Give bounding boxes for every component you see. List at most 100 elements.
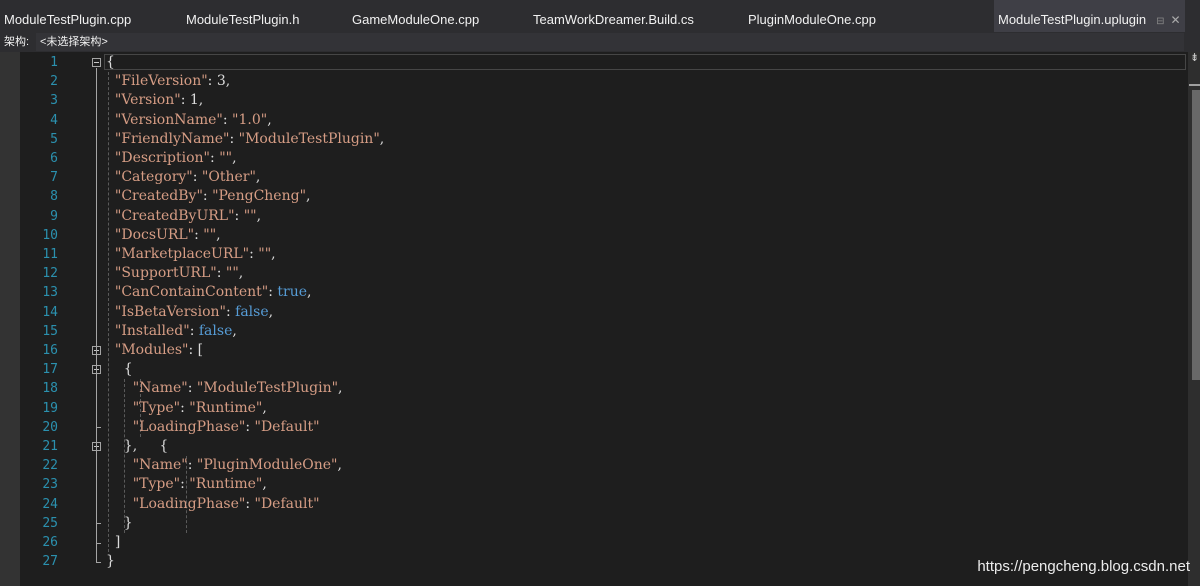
- code-token: "": [225, 265, 239, 282]
- architecture-dropdown[interactable]: <未选择架构>: [36, 33, 1184, 51]
- tab-gamemoduleone-cpp[interactable]: GameModuleOne.cpp: [352, 0, 479, 32]
- code-line: "LoadingPhase": "Default": [106, 495, 320, 514]
- code-token: }: [106, 514, 133, 531]
- code-token: :: [216, 265, 226, 282]
- code-line: }: [106, 514, 133, 533]
- code-token: :: [229, 130, 239, 147]
- code-token: "Name": [132, 380, 188, 397]
- split-handle-icon[interactable]: ⇟: [1190, 52, 1199, 63]
- code-token: :: [268, 284, 278, 301]
- code-token: "IsBetaVersion": [114, 303, 226, 320]
- code-token: true: [277, 284, 307, 301]
- tab-label: ModuleTestPlugin.cpp: [4, 12, 132, 27]
- code-line: }, {: [106, 437, 169, 456]
- fold-range-line: [96, 451, 97, 524]
- tab-teamworkdreamer-build-cs[interactable]: TeamWorkDreamer.Build.cs: [533, 0, 694, 32]
- code-token: : [: [188, 342, 204, 358]
- line-number: 10: [42, 227, 58, 243]
- code-token: ,: [268, 303, 274, 320]
- line-number: 23: [42, 477, 58, 493]
- code-token: "LoadingPhase": [132, 418, 246, 435]
- code-token: ,: [255, 169, 261, 186]
- code-token: :: [249, 246, 259, 262]
- code-token: "PluginModuleOne": [196, 457, 338, 474]
- glyph-margin: [0, 52, 20, 586]
- tab-moduletestplugin-cpp[interactable]: ModuleTestPlugin.cpp: [4, 0, 131, 32]
- code-line: "DocsURL": "",: [106, 226, 221, 245]
- tab-label: TeamWorkDreamer.Build.cs: [533, 12, 694, 27]
- code-token: :: [234, 207, 244, 224]
- close-icon[interactable]: ✕: [1171, 13, 1181, 27]
- tab-label: PluginModuleOne.cpp: [748, 12, 876, 27]
- tab-moduletestplugin-uplugin[interactable]: ModuleTestPlugin.uplugin ⊟ ✕: [994, 0, 1185, 32]
- code-line: "VersionName": "1.0",: [106, 111, 272, 130]
- document-tab-bar: ModuleTestPlugin.cpp ModuleTestPlugin.h …: [0, 0, 1200, 32]
- code-line: "IsBetaVersion": false,: [106, 303, 273, 322]
- code-token: "": [258, 246, 272, 262]
- code-editor[interactable]: 1 2 3 4 5 6 7 8 9 10 11 12 13 14 15 16 17 18 19 20 21 22 23 24 2…: [0, 52, 1200, 586]
- code-token: :: [194, 226, 204, 243]
- code-token: "ModuleTestPlugin": [238, 130, 380, 147]
- fold-range-end: [96, 523, 101, 525]
- code-token: "": [219, 150, 233, 166]
- code-token: :: [245, 418, 255, 435]
- code-token: ,: [262, 399, 267, 416]
- code-token: "VersionName": [114, 111, 223, 128]
- code-token: ]: [106, 534, 121, 550]
- code-token: ,: [337, 457, 342, 474]
- fold-toggle-icon[interactable]: [92, 58, 101, 68]
- tab-pluginmoduleone-cpp[interactable]: PluginModuleOne.cpp: [748, 0, 876, 32]
- tab-label: ModuleTestPlugin.uplugin: [998, 12, 1147, 27]
- tab-label: ModuleTestPlugin.h: [186, 12, 300, 27]
- code-token: "PengCheng": [212, 188, 307, 205]
- code-token: : 1,: [180, 92, 204, 109]
- code-token: ,: [338, 380, 343, 397]
- code-token: {: [106, 54, 115, 70]
- code-token: :: [245, 495, 255, 512]
- code-line: "CreatedBy": "PengCheng",: [106, 187, 311, 206]
- line-number: 27: [42, 554, 58, 570]
- line-number: 4: [50, 112, 58, 128]
- code-token: "Default": [254, 418, 320, 435]
- line-number: 7: [50, 170, 58, 186]
- tab-moduletestplugin-h[interactable]: ModuleTestPlugin.h: [186, 0, 299, 32]
- code-token: "Type": [132, 476, 181, 493]
- line-number: 6: [50, 151, 58, 166]
- line-number: 2: [50, 74, 58, 90]
- line-number: 5: [50, 131, 58, 147]
- scrollbar-thumb[interactable]: [1192, 90, 1200, 380]
- code-token: :: [192, 169, 202, 186]
- code-line: "MarketplaceURL": "",: [106, 245, 276, 264]
- code-token: "Version": [114, 92, 181, 109]
- code-token: "Category": [114, 169, 193, 186]
- tab-label: GameModuleOne.cpp: [352, 12, 480, 27]
- code-line: "Installed": false,: [106, 322, 237, 341]
- code-token: "Default": [254, 495, 320, 512]
- pin-icon[interactable]: ⊟: [1156, 16, 1164, 27]
- line-number: 3: [50, 93, 58, 109]
- code-token: ,: [238, 265, 244, 282]
- code-token: "Description": [114, 150, 211, 166]
- code-token: ,: [379, 130, 385, 147]
- code-token: :: [180, 476, 190, 493]
- code-token: "Runtime": [189, 399, 263, 416]
- code-token: ,: [307, 284, 312, 301]
- code-token: "Other": [201, 169, 256, 186]
- line-number: 20: [42, 419, 58, 435]
- line-number-gutter: 1 2 3 4 5 6 7 8 9 10 11 12 13 14 15 16 17 18 19 20 21 22 23 24 2…: [20, 52, 90, 586]
